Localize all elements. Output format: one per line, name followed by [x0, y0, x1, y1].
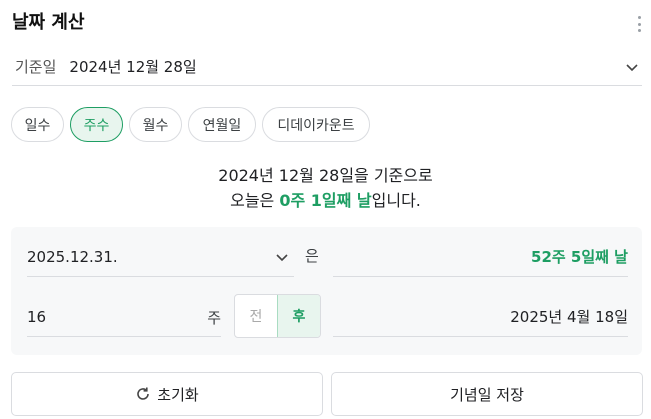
tab-weeks[interactable]: 주수 — [70, 107, 123, 142]
particle-label: 은 — [305, 247, 319, 265]
save-label: 기념일 저장 — [450, 385, 524, 404]
base-date-label: 기준일 — [15, 58, 57, 76]
target-date-value: 2025.12.31. — [27, 247, 118, 266]
summary-line-2: 오늘은 0주 1일째 날입니다. — [0, 188, 651, 213]
tab-months[interactable]: 월수 — [129, 107, 182, 142]
summary-line-1: 2024년 12월 28일을 기준으로 — [218, 166, 433, 185]
week-unit-label: 주 — [207, 309, 221, 327]
direction-toggle: 전 후 — [234, 294, 321, 338]
reset-label: 초기화 — [157, 385, 199, 404]
tab-dday-count[interactable]: 디데이카운트 — [262, 107, 370, 142]
reset-button[interactable]: 초기화 — [11, 372, 323, 416]
page-title: 날짜 계산 — [12, 12, 85, 33]
chevron-down-icon[interactable] — [624, 59, 640, 75]
summary-highlight: 0주 1일째 날 — [279, 191, 372, 210]
mode-tabs: 일수 주수 월수 연월일 디데이카운트 — [11, 107, 370, 142]
calculation-panel: 2025.12.31. 은 52주 5일째 날 16 주 전 후 2025년 4… — [11, 227, 642, 355]
refresh-icon — [137, 387, 150, 400]
kebab-menu-icon[interactable] — [637, 16, 641, 32]
summary-prefix: 오늘은 — [230, 191, 280, 210]
base-date-value: 2024년 12월 28일 — [69, 58, 197, 76]
save-anniversary-button[interactable]: 기념일 저장 — [331, 372, 643, 416]
summary-text: 2024년 12월 28일을 기준으로 오늘은 0주 1일째 날입니다. — [0, 163, 651, 213]
chevron-down-icon[interactable] — [274, 249, 290, 265]
week-count-value: 16 — [27, 307, 47, 326]
base-date-selector[interactable]: 기준일 2024년 12월 28일 — [12, 48, 642, 86]
target-date-field[interactable]: 2025.12.31. — [27, 237, 294, 277]
result-date: 2025년 4월 18일 — [333, 297, 628, 337]
before-button[interactable]: 전 — [235, 295, 277, 337]
summary-suffix: 입니다. — [371, 191, 421, 210]
week-count-input[interactable]: 16 주 — [27, 297, 221, 337]
tab-ymd[interactable]: 연월일 — [188, 107, 256, 142]
header: 날짜 계산 — [0, 0, 651, 44]
tab-days[interactable]: 일수 — [11, 107, 64, 142]
weeks-result: 52주 5일째 날 — [333, 237, 628, 277]
after-button[interactable]: 후 — [277, 295, 320, 337]
